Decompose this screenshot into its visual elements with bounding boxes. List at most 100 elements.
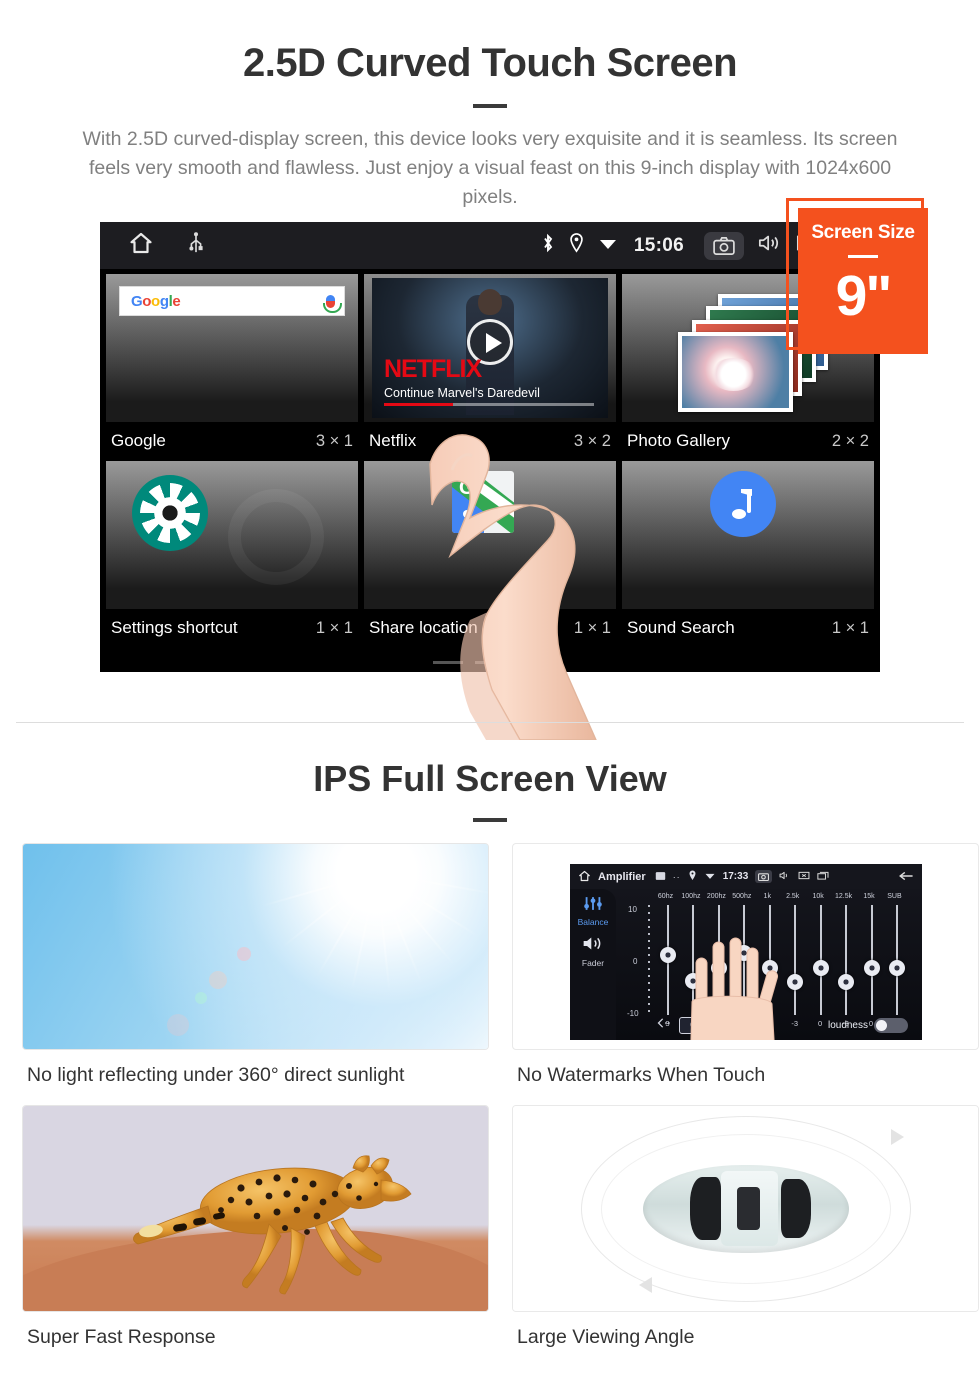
section2-title: IPS Full Screen View [313, 758, 667, 799]
google-search-widget[interactable]: Google [106, 274, 358, 422]
band-label: 12.5k [835, 893, 853, 900]
gear-watermark-icon [228, 489, 324, 585]
tab-balance-label[interactable]: Balance [570, 917, 616, 927]
badge-value: 9" [835, 264, 893, 328]
feature-row-1: No light reflecting under 360° direct su… [0, 843, 980, 1105]
recent-apps-icon[interactable] [817, 871, 830, 882]
widget-size: 3 × 2 [573, 431, 611, 450]
front-windshield [689, 1176, 721, 1241]
google-maps-icon[interactable]: G [452, 471, 514, 533]
settings-shortcut-widget[interactable] [106, 461, 358, 609]
location-icon[interactable] [569, 233, 584, 258]
feature-card-sunlight: No light reflecting under 360° direct su… [0, 843, 490, 1105]
loudness-label: loudness [827, 1019, 868, 1031]
widget-name: Google [111, 431, 166, 450]
widget-cell-netflix[interactable]: NETFLIX Continue Marvel's Daredevil Netf… [364, 274, 616, 461]
widget-cell-google[interactable]: Google Google 3 × 1 [106, 274, 358, 461]
gallery-photo-front [678, 332, 793, 412]
widget-cell-settings[interactable]: Settings shortcut 1 × 1 [106, 461, 358, 648]
widget-size: 2 × 2 [831, 431, 869, 450]
home-icon[interactable] [578, 870, 591, 884]
amplifier-screen: Amplifier ·· 17:33 Balance Fader 60hz 10… [570, 864, 922, 1040]
widget-caption: Sound Search 1 × 1 [622, 609, 874, 648]
netflix-progress-bar [384, 403, 594, 406]
location-icon[interactable] [688, 870, 697, 883]
widget-cell-share-location[interactable]: G Share location 1 × 1 [364, 461, 616, 648]
close-box-icon[interactable] [798, 871, 810, 882]
settings-gear-icon[interactable] [132, 475, 208, 551]
widget-caption: Google 3 × 1 [106, 422, 358, 461]
home-icon[interactable] [128, 231, 154, 260]
band-label: 15k [863, 893, 875, 900]
tab-fader-label[interactable]: Fader [570, 958, 616, 968]
music-note-icon[interactable] [710, 471, 776, 537]
widget-name: Netflix [369, 431, 417, 450]
hand-illustration-amplifier [690, 937, 779, 1040]
page-dot[interactable] [433, 661, 463, 664]
speaker-icon[interactable] [570, 935, 616, 957]
rotation-arrow-bottom [638, 1276, 652, 1293]
widget-size: 3 × 1 [315, 431, 353, 450]
widget-row-1: Google Google 3 × 1 NETFLIX Continue Mar… [106, 274, 874, 461]
widget-cell-sound-search[interactable]: Sound Search 1 × 1 [622, 461, 874, 648]
feature-card-viewing-angle: Large Viewing Angle [490, 1105, 980, 1367]
sound-search-widget[interactable] [622, 461, 874, 609]
usb-icon[interactable] [188, 232, 204, 259]
band-label: 500hz [732, 893, 752, 900]
page-dot[interactable] [475, 661, 505, 664]
eq-slider[interactable] [885, 905, 908, 1015]
feature-row-2: Super Fast Response Large Viewing Angle [0, 1105, 980, 1367]
widget-size: 1 × 1 [573, 618, 611, 637]
camera-icon[interactable] [755, 870, 773, 883]
loudness-toggle[interactable] [874, 1017, 908, 1033]
back-icon[interactable] [897, 871, 914, 883]
amplifier-body: Balance Fader 60hz 100hz 200hz 500hz 1k … [570, 889, 922, 1040]
amplifier-status-bar: Amplifier ·· 17:33 [570, 864, 922, 889]
netflix-widget[interactable]: NETFLIX Continue Marvel's Daredevil [364, 274, 616, 422]
page-title: 2.5D Curved Touch Screen [242, 41, 738, 85]
page-dot-active[interactable] [517, 661, 547, 664]
widget-name: Share location [369, 618, 478, 637]
sd-card-icon[interactable] [655, 871, 666, 883]
google-search-box[interactable]: Google [119, 286, 345, 316]
feature-grid: No light reflecting under 360° direct su… [0, 843, 980, 1367]
share-location-widget[interactable]: G [364, 461, 616, 609]
feature-label: Super Fast Response [27, 1326, 216, 1348]
volume-icon[interactable] [779, 871, 791, 882]
band-label: SUB [887, 893, 902, 900]
sliders-icon[interactable] [582, 897, 604, 915]
wifi-icon[interactable] [704, 871, 716, 882]
android-head-unit-screenshot: 15:06 Google Google 3 × 1 NETFLIX Contin… [100, 222, 880, 672]
rotation-arrow-top [890, 1128, 904, 1145]
eq-slider[interactable] [834, 905, 857, 1015]
band-label: 2.5k [786, 893, 800, 900]
feature-label: Large Viewing Angle [517, 1326, 695, 1348]
page-indicator[interactable] [433, 661, 547, 664]
feature-label: No light reflecting under 360° direct su… [27, 1064, 405, 1086]
scale-ruler [648, 905, 650, 1015]
wifi-icon[interactable] [598, 235, 618, 256]
volume-icon[interactable] [758, 233, 782, 258]
dots-icon[interactable]: ·· [673, 872, 681, 882]
widget-size: 1 × 1 [315, 618, 353, 637]
bluetooth-icon[interactable] [541, 233, 555, 258]
widget-row-2: Settings shortcut 1 × 1 G Share location… [106, 461, 874, 648]
band-label: 100hz [681, 893, 701, 900]
screen-size-badge: Screen Size 9" [798, 208, 928, 354]
widget-caption: Photo Gallery 2 × 2 [622, 422, 874, 461]
camera-icon[interactable] [704, 231, 744, 260]
band-label: 1k [763, 893, 771, 900]
cheetah-photo [22, 1105, 489, 1312]
car-body [642, 1164, 849, 1253]
loudness-control[interactable]: loudness [827, 1017, 908, 1033]
badge-label: Screen Size [811, 222, 915, 243]
widget-caption: Share location 1 × 1 [364, 609, 616, 648]
amplifier-clock: 17:33 [722, 871, 749, 882]
title-divider [473, 104, 507, 108]
car-top-view-illustration [512, 1105, 979, 1312]
eq-slider[interactable] [860, 905, 883, 1015]
microphone-icon[interactable] [323, 294, 342, 313]
scale-top: 10 [628, 905, 637, 914]
amplifier-side-tabs: Balance Fader [570, 889, 616, 1040]
feature-card-watermarks: Amplifier ·· 17:33 Balance Fader 60hz 10… [490, 843, 980, 1105]
